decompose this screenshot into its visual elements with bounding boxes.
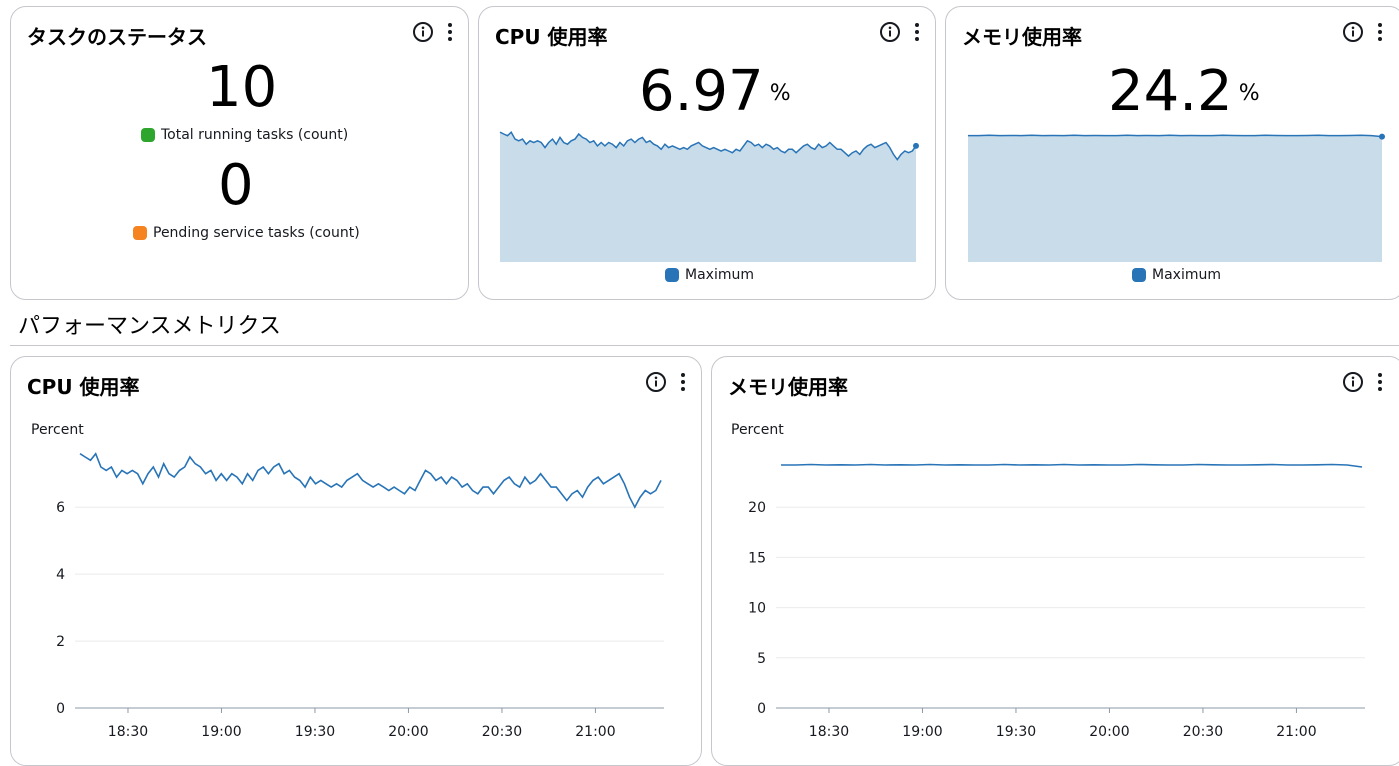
mem-chart-series-line bbox=[781, 463, 1363, 468]
mem-summary-legend-label: Maximum bbox=[1152, 267, 1221, 283]
mem-chart-ytick: 0 bbox=[757, 701, 766, 717]
green-swatch bbox=[141, 128, 155, 142]
cpu-summary-value: 6.97 bbox=[639, 59, 764, 124]
running-tasks-value: 10 bbox=[206, 55, 278, 120]
cpu-chart-ytick: 0 bbox=[56, 701, 65, 717]
mem-chart-xtick: 18:30 bbox=[809, 724, 849, 740]
pending-tasks-label: Pending service tasks (count) bbox=[153, 225, 360, 241]
pending-tasks-legend: Pending service tasks (count) bbox=[133, 225, 360, 241]
blue-swatch bbox=[1132, 268, 1146, 282]
task-status-card: タスクのステータス 10 Total running tasks (count)… bbox=[10, 6, 469, 300]
cpu-chart-xtick: 20:00 bbox=[388, 724, 428, 740]
mem-summary-title: メモリ使用率 bbox=[962, 25, 1082, 49]
mem-summary-legend: Maximum bbox=[1132, 267, 1221, 283]
cpu-chart-card: CPU 使用率 Percent 0 2 4 6 18:30 19:00 19:30 20:00… bbox=[10, 356, 702, 766]
info-icon[interactable] bbox=[412, 21, 434, 43]
cpu-chart-ytick: 4 bbox=[56, 567, 65, 583]
more-vertical-icon[interactable] bbox=[913, 21, 921, 43]
mem-sparkline bbox=[968, 133, 1385, 262]
cpu-summary-value-wrap: 6.97% bbox=[639, 59, 791, 124]
cpu-summary-card: CPU 使用率 6.97% Maximum bbox=[478, 6, 936, 300]
mem-spark-area bbox=[968, 135, 1382, 262]
mem-chart-ytick: 10 bbox=[748, 601, 766, 617]
mem-summary-value: 24.2 bbox=[1108, 59, 1233, 124]
cpu-summary-legend-label: Maximum bbox=[685, 267, 754, 283]
running-tasks-label: Total running tasks (count) bbox=[161, 127, 349, 143]
pending-tasks-value: 0 bbox=[218, 153, 254, 218]
mem-chart-xtick: 20:30 bbox=[1183, 724, 1223, 740]
mem-summary-card: メモリ使用率 24.2% Maximum bbox=[945, 6, 1399, 300]
cpu-chart-xtick: 18:30 bbox=[108, 724, 148, 740]
info-icon[interactable] bbox=[1342, 21, 1364, 43]
cpu-summary-legend: Maximum bbox=[665, 267, 754, 283]
cpu-sparkline bbox=[499, 130, 919, 262]
info-icon[interactable] bbox=[879, 21, 901, 43]
task-status-title: タスクのステータス bbox=[27, 25, 207, 49]
cpu-spark-end-point bbox=[913, 142, 919, 149]
cpu-summary-unit: % bbox=[769, 81, 791, 106]
mem-chart-xtick: 20:00 bbox=[1089, 724, 1129, 740]
cpu-chart-xtick: 21:00 bbox=[575, 724, 615, 740]
cpu-line-chart: 0 2 4 6 18:30 19:00 19:30 20:00 20:30 21:00 bbox=[56, 452, 664, 740]
section-divider bbox=[10, 345, 1399, 346]
cpu-chart-ytick: 6 bbox=[56, 500, 65, 516]
cpu-chart-ytick: 2 bbox=[56, 634, 65, 650]
more-vertical-icon[interactable] bbox=[446, 21, 454, 43]
more-vertical-icon[interactable] bbox=[1376, 21, 1384, 43]
mem-chart-xtick: 19:00 bbox=[902, 724, 942, 740]
cpu-chart-series-line bbox=[79, 452, 662, 509]
mem-summary-unit: % bbox=[1238, 81, 1260, 106]
cpu-chart-xtick: 20:30 bbox=[482, 724, 522, 740]
mem-line-chart: 0 5 10 15 20 18:30 19:00 19:30 20:00 20:30 21:00 bbox=[748, 463, 1365, 740]
mem-summary-value-wrap: 24.2% bbox=[1108, 59, 1260, 124]
mem-chart-xtick: 21:00 bbox=[1276, 724, 1316, 740]
mem-chart-card: メモリ使用率 Percent 0 5 10 15 20 18:30 19:00 19:30 20… bbox=[711, 356, 1399, 766]
blue-swatch bbox=[665, 268, 679, 282]
orange-swatch bbox=[133, 226, 147, 240]
mem-spark-end-point bbox=[1379, 133, 1385, 140]
section-title: パフォーマンスメトリクス bbox=[18, 314, 281, 339]
cpu-chart-xtick: 19:30 bbox=[295, 724, 335, 740]
mem-chart-ytick: 20 bbox=[748, 500, 766, 516]
cpu-chart-xtick: 19:00 bbox=[201, 724, 241, 740]
cpu-summary-title: CPU 使用率 bbox=[495, 25, 608, 49]
mem-chart-ytick: 5 bbox=[757, 651, 766, 667]
running-tasks-legend: Total running tasks (count) bbox=[141, 127, 348, 143]
mem-chart-ytick: 15 bbox=[748, 550, 766, 566]
mem-chart-xtick: 19:30 bbox=[996, 724, 1036, 740]
